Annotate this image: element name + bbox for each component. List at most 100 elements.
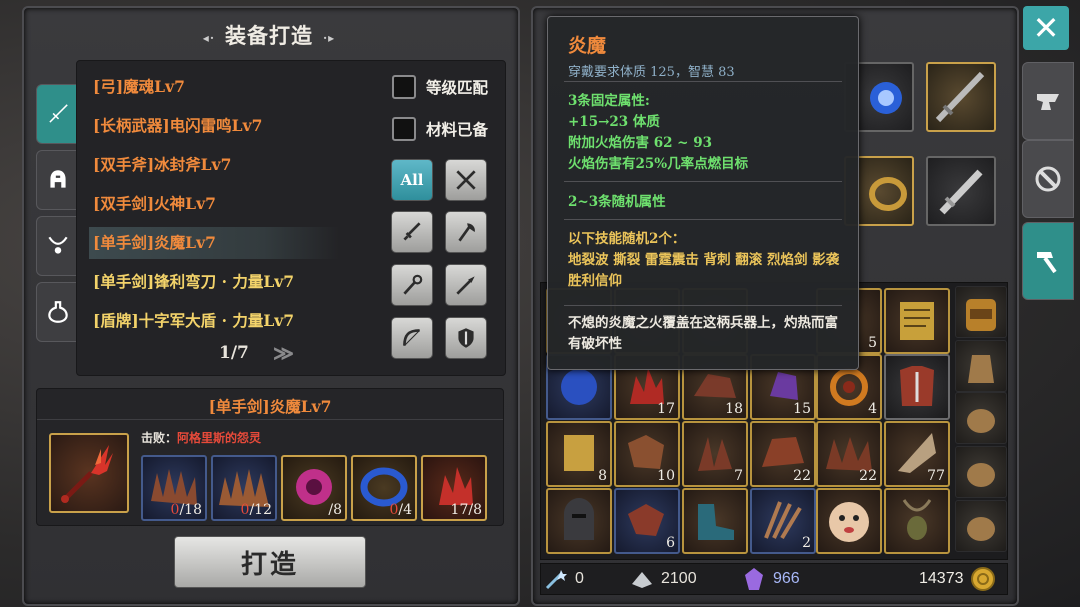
tab-weapon[interactable] xyxy=(36,84,80,144)
bag-slot[interactable] xyxy=(955,340,1007,392)
inventory-slot[interactable]: 7 xyxy=(682,421,748,487)
crystal-currency: 966 xyxy=(741,564,800,594)
sword-icon xyxy=(403,222,421,241)
boots-icon xyxy=(698,504,734,540)
inventory-slot[interactable]: 22 xyxy=(816,421,882,487)
recipe-item[interactable]: [长柄武器]电闪雷鸣Lv7 xyxy=(89,110,339,142)
backpack-icon xyxy=(966,299,996,331)
level-match-toggle[interactable]: 等级匹配 xyxy=(392,75,488,99)
recipe-item-selected[interactable]: [单手剑]炎魔Lv7 xyxy=(89,227,339,259)
next-page-button[interactable]: ≫ xyxy=(273,341,294,365)
checkbox[interactable] xyxy=(392,75,416,99)
tab-potion[interactable] xyxy=(36,282,80,342)
tab-forge[interactable] xyxy=(1022,62,1074,140)
inventory-slot[interactable] xyxy=(884,488,950,554)
material-count: /8 xyxy=(328,502,342,518)
shield-icon xyxy=(458,328,474,348)
greatsword-icon xyxy=(935,71,985,123)
item-count: 7 xyxy=(734,468,743,484)
inventory-slot[interactable]: 77 xyxy=(884,421,950,487)
bag-slot[interactable] xyxy=(955,392,1007,444)
equip-slot-offhand[interactable] xyxy=(926,156,996,226)
item-count: 2 xyxy=(802,535,811,551)
filter-staff-button[interactable] xyxy=(391,264,433,306)
bag-slot[interactable] xyxy=(955,446,1007,498)
bow-icon xyxy=(403,329,420,346)
item-name: 炎魔 xyxy=(568,35,607,57)
recipe-item[interactable]: [双手斧]冰封斧Lv7 xyxy=(89,149,339,181)
tab-accessory[interactable] xyxy=(36,216,80,276)
inventory-slot[interactable] xyxy=(816,488,882,554)
item-count: 77 xyxy=(927,468,945,484)
sword-icon xyxy=(939,169,983,215)
hammer-icon xyxy=(1037,252,1057,274)
close-button[interactable]: ✕ xyxy=(1023,6,1069,50)
inventory-slot[interactable] xyxy=(884,354,950,420)
page-indicator: 1/7 xyxy=(219,343,249,363)
filter-spear-button[interactable] xyxy=(445,264,487,306)
flavor-text: 不熄的炎魔之火覆盖在这柄兵器上，灼热而富有破坏性 xyxy=(568,315,838,352)
tab-craft[interactable] xyxy=(1022,222,1074,300)
inventory-slot[interactable]: 22 xyxy=(750,421,816,487)
defeat-target: 阿格里斯的怨灵 xyxy=(177,431,262,445)
material-slot[interactable]: /8 xyxy=(281,455,347,521)
armor-icon xyxy=(900,366,934,406)
skill-points: 0 xyxy=(543,564,584,594)
random-skills: 以下技能随机2个： 地裂波 撕裂 雷霆震击 背刺 翻滚 烈焰剑 影袭 胜利信仰 xyxy=(568,231,840,289)
equip-slot-weapon[interactable] xyxy=(926,62,996,132)
recipe-item[interactable]: [双手剑]火神Lv7 xyxy=(89,188,339,220)
defeat-requirement: 击败：阿格里斯的怨灵 xyxy=(141,431,262,445)
fixed-attr: 附加火焰伤害 62 ~ 93 xyxy=(568,135,712,151)
checkbox[interactable] xyxy=(392,117,416,141)
bag-slot[interactable] xyxy=(955,500,1007,552)
sword-icon xyxy=(49,104,68,123)
recipe-item[interactable]: [单手剑]锋利弯刀 · 力量Lv7 xyxy=(89,266,339,298)
inventory-slot[interactable] xyxy=(682,488,748,554)
panel-title: ◂· 装备打造 ·▸ xyxy=(202,23,336,48)
detail-title: [单手剑]炎魔Lv7 xyxy=(208,397,332,416)
materials-ready-toggle[interactable]: 材料已备 xyxy=(392,117,488,141)
recipe-item[interactable]: [弓]魔魂Lv7 xyxy=(89,71,339,103)
filter-dual-wield-button[interactable] xyxy=(445,159,487,201)
item-count: 22 xyxy=(793,468,811,484)
recipe-list: [弓]魔魂Lv7 [长柄武器]电闪雷鸣Lv7 [双手斧]冰封斧Lv7 [双手剑]… xyxy=(76,60,506,376)
material-slot[interactable]: 17/8 xyxy=(421,455,487,521)
filter-shield-button[interactable] xyxy=(445,317,487,359)
currency-bar: 0 2100 966 14373 xyxy=(540,563,1008,595)
fixed-attr-header: 3条固定属性: xyxy=(568,93,650,109)
inventory-slot[interactable] xyxy=(546,488,612,554)
fixed-attr: 火焰伤害有25%几率点燃目标 xyxy=(568,156,749,172)
filter-all-button[interactable]: All xyxy=(391,159,433,201)
tab-disassemble[interactable] xyxy=(1022,140,1074,218)
inventory-slot[interactable]: 6 xyxy=(614,488,680,554)
craft-button[interactable]: 打造 xyxy=(174,536,366,588)
helmet-icon xyxy=(50,170,66,188)
item-tooltip: 炎魔 穿戴要求体质 125，智慧 83 3条固定属性: +15→23 体质 附加… xyxy=(547,16,859,370)
result-item-slot[interactable] xyxy=(49,433,129,513)
filter-sword-button[interactable] xyxy=(391,211,433,253)
tab-armor[interactable] xyxy=(36,150,80,210)
item-count: 15 xyxy=(793,401,811,417)
inventory-slot[interactable]: 2 xyxy=(750,488,816,554)
iron-helmet-icon xyxy=(564,498,594,540)
spear-icon xyxy=(456,276,475,295)
silver-currency: 2100 xyxy=(629,564,697,594)
material-slot[interactable]: 0/4 xyxy=(351,455,417,521)
recipe-item[interactable]: [盾牌]十字军大盾 · 力量Lv7 xyxy=(89,305,339,337)
bag-slot[interactable] xyxy=(955,286,1007,338)
inventory-slot[interactable] xyxy=(884,288,950,354)
pouch-icon xyxy=(967,517,995,541)
axe-icon xyxy=(458,223,475,242)
material-slot[interactable]: 0/12 xyxy=(211,455,277,521)
item-count: 18 xyxy=(725,401,743,417)
filter-bow-button[interactable] xyxy=(391,317,433,359)
flame-sword-icon xyxy=(61,445,113,503)
scroll-icon xyxy=(900,302,934,340)
divider xyxy=(564,181,842,182)
crossed-swords-icon xyxy=(456,170,476,190)
inventory-slot[interactable]: 10 xyxy=(614,421,680,487)
pouch-icon xyxy=(968,355,994,383)
filter-axe-button[interactable] xyxy=(445,211,487,253)
inventory-slot[interactable]: 8 xyxy=(546,421,612,487)
material-slot[interactable]: 0/18 xyxy=(141,455,207,521)
